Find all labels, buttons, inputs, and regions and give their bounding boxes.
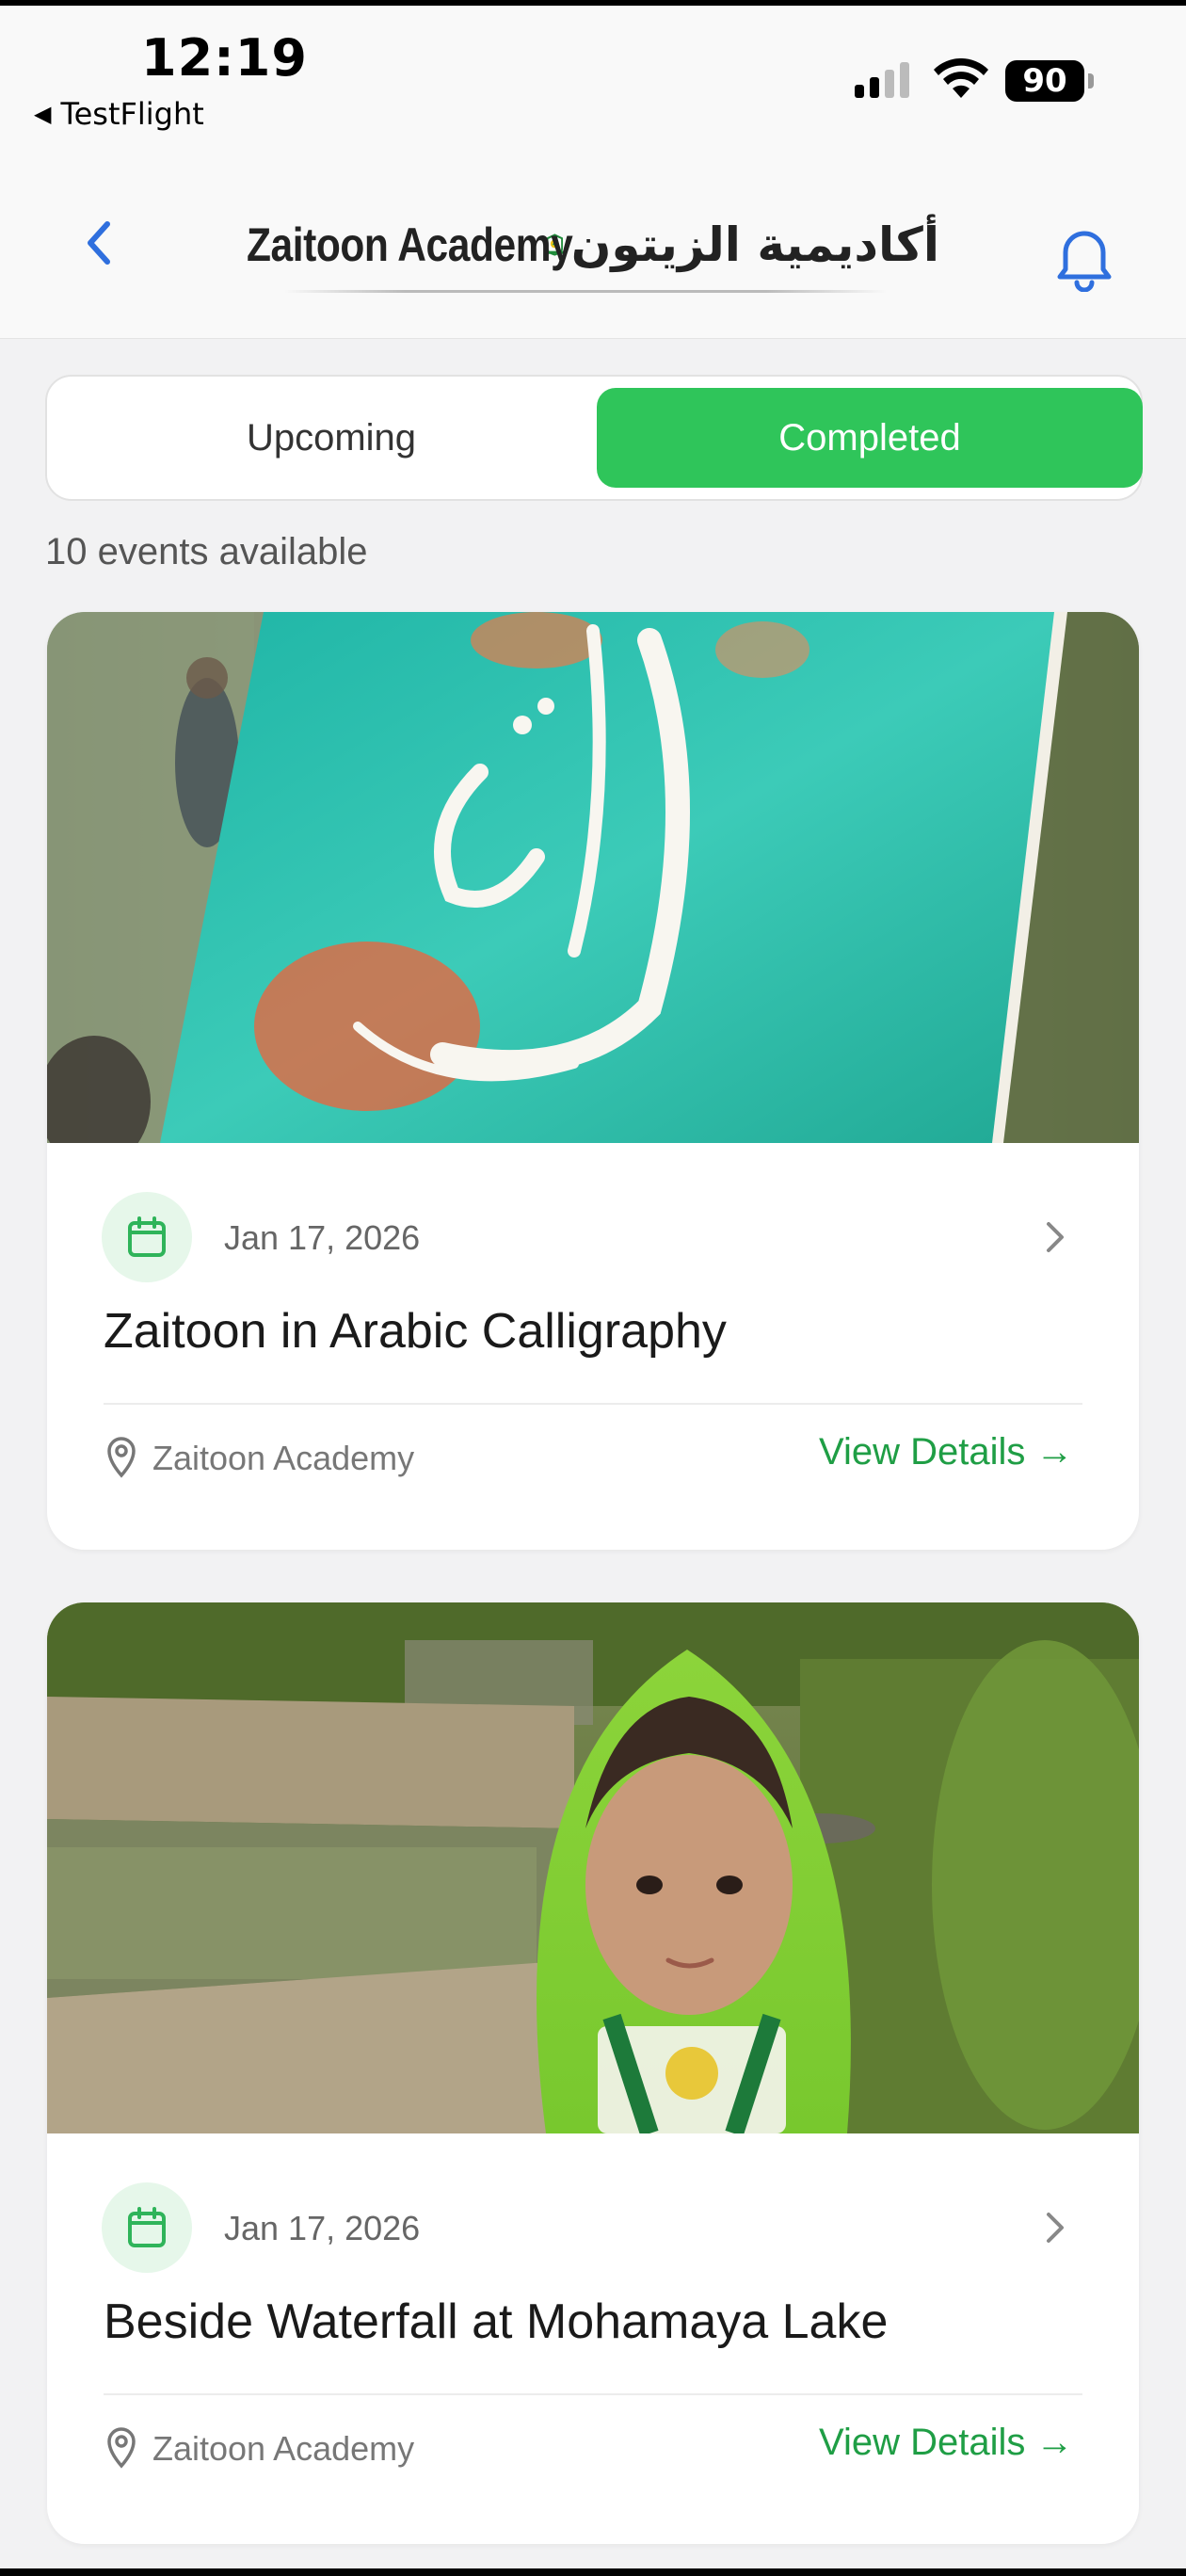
event-title: Beside Waterfall at Mohamaya Lake [104,2294,889,2349]
status-time: 12:19 [141,28,308,88]
view-details-link[interactable]: View Details → [819,2422,1073,2464]
location-pin-icon [107,1437,136,1478]
calendar-icon [128,2207,166,2247]
logo-underline [284,290,887,293]
zaitoon-academy-logo: Zaitoon Academy أكاديمية الزيتون [247,188,939,301]
back-app-label: TestFlight [60,96,204,132]
battery-indicator: 90 [1005,60,1084,102]
calendar-icon-badge [102,2182,192,2273]
logo-arabic-text: أكاديمية الزيتون [570,217,939,272]
event-filter-segmented-control: Upcoming Completed [45,375,1143,501]
view-details-link[interactable]: View Details → [819,1431,1073,1473]
event-card[interactable]: Jan 17, 2026 Beside Waterfall at Mohamay… [47,1602,1139,2544]
status-bar: 12:19 ◀ TestFlight 90 [0,6,1186,137]
event-card-body: Jan 17, 2026 Beside Waterfall at Mohamay… [47,2133,1139,2544]
calendar-icon [128,1216,166,1257]
back-to-app-link[interactable]: ◀ TestFlight [34,96,204,132]
event-photo-waterfall [47,1602,1139,2133]
event-card-body: Jan 17, 2026 Zaitoon in Arabic Calligrap… [47,1143,1139,1550]
events-count: 10 events available [45,531,368,572]
cellular-signal-icon [855,62,909,98]
screen-bottom-edge [0,2568,1186,2576]
back-triangle-icon: ◀ [34,101,52,127]
tab-completed[interactable]: Completed [597,388,1143,488]
event-date: Jan 17, 2026 [224,1218,421,1257]
event-date: Jan 17, 2026 [224,2209,421,2247]
calendar-icon-badge [102,1192,192,1282]
app-header: Zaitoon Academy أكاديمية الزيتون [0,137,1186,339]
screen: 12:19 ◀ TestFlight 90 Zaitoon Academy أك… [0,6,1186,2568]
chevron-left-icon[interactable] [75,215,122,271]
divider [104,1403,1082,1405]
event-photo-calligraphy [47,612,1139,1143]
location-pin-icon [107,2427,136,2469]
tab-upcoming[interactable]: Upcoming [58,388,604,488]
event-location: Zaitoon Academy [152,2429,415,2468]
chevron-right-icon[interactable] [1041,1216,1069,1258]
chevron-right-icon[interactable] [1041,2207,1069,2248]
event-location: Zaitoon Academy [152,1439,415,1477]
wifi-icon [934,58,988,98]
logo-english-text: Zaitoon Academy [247,218,573,271]
bell-icon[interactable] [1050,220,1118,292]
divider [104,2393,1082,2395]
event-title: Zaitoon in Arabic Calligraphy [104,1304,727,1359]
battery-nub [1088,73,1094,89]
event-card[interactable]: Jan 17, 2026 Zaitoon in Arabic Calligrap… [47,612,1139,1550]
